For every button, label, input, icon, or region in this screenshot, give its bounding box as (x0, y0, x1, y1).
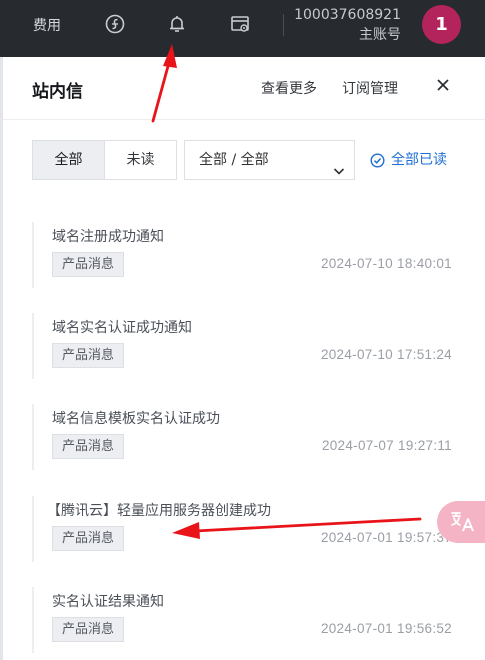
message-indicator-bar (32, 587, 34, 653)
top-navigation-bar: 费用 100037608921 主账号 1 (0, 0, 485, 57)
avatar[interactable]: 1 (422, 5, 461, 44)
account-info[interactable]: 100037608921 主账号 (294, 5, 401, 45)
subscription-settings-link[interactable]: 订阅管理 (342, 78, 398, 98)
mark-all-read-label: 全部已读 (391, 152, 447, 168)
chevron-down-icon (333, 154, 345, 175)
message-category-tag: 产品消息 (52, 434, 125, 459)
category-dropdown[interactable]: 全部 / 全部 (184, 140, 355, 180)
panel-title: 站内信 (32, 82, 83, 102)
message-item[interactable]: 域名信息模板实名认证成功 产品消息 2024-07-07 19:27:11 (3, 404, 485, 495)
bell-icon[interactable] (166, 13, 188, 35)
finance-icon[interactable] (104, 13, 126, 35)
message-category-tag: 产品消息 (52, 617, 125, 642)
category-dropdown-value: 全部 / 全部 (199, 152, 269, 168)
account-id: 100037608921 (294, 7, 401, 23)
message-title[interactable]: 【腾讯云】轻量应用服务器创建成功 (47, 500, 271, 520)
console-settings-icon[interactable] (229, 13, 251, 35)
message-item[interactable]: 域名实名认证成功通知 产品消息 2024-07-10 17:51:24 (3, 313, 485, 404)
cost-menu-link[interactable]: 费用 (33, 15, 61, 35)
topbar-divider (283, 14, 284, 36)
filter-unread-tab[interactable]: 未读 (104, 140, 177, 180)
translate-icon (451, 512, 474, 532)
message-category-tag: 产品消息 (52, 252, 125, 277)
message-title[interactable]: 域名实名认证成功通知 (52, 317, 192, 337)
message-title[interactable]: 实名认证结果通知 (52, 591, 164, 611)
message-item[interactable]: 域名注册成功通知 产品消息 2024-07-10 18:40:01 (3, 222, 485, 313)
view-more-link[interactable]: 查看更多 (261, 78, 317, 98)
message-item[interactable]: 实名认证结果通知 产品消息 2024-07-01 19:56:52 (3, 587, 485, 660)
translate-float-button[interactable] (437, 501, 485, 543)
message-category-tag: 产品消息 (52, 343, 125, 368)
message-timestamp: 2024-07-07 19:27:11 (321, 438, 452, 453)
message-timestamp: 2024-07-01 19:57:37 (320, 530, 452, 545)
panel-header: 站内信 查看更多 订阅管理 (3, 57, 485, 120)
message-indicator-bar (32, 404, 34, 470)
message-timestamp: 2024-07-10 18:40:01 (320, 256, 452, 271)
message-timestamp: 2024-07-01 19:56:52 (320, 621, 452, 636)
message-item[interactable]: 【腾讯云】轻量应用服务器创建成功 产品消息 2024-07-01 19:57:3… (3, 496, 485, 587)
message-category-tag: 产品消息 (52, 526, 125, 551)
close-icon[interactable] (434, 76, 452, 94)
message-panel: 站内信 查看更多 订阅管理 全部 未读 全部 / 全部 全部已读 域名注册成功通… (0, 57, 485, 660)
account-role: 主账号 (359, 27, 401, 43)
check-circle-icon (370, 153, 385, 168)
message-title[interactable]: 域名注册成功通知 (52, 226, 164, 246)
message-title[interactable]: 域名信息模板实名认证成功 (52, 408, 220, 428)
message-indicator-bar (32, 313, 34, 379)
message-timestamp: 2024-07-10 17:51:24 (320, 347, 452, 362)
filter-all-tab[interactable]: 全部 (32, 140, 105, 180)
message-indicator-bar (32, 496, 34, 562)
message-indicator-bar (32, 222, 34, 288)
